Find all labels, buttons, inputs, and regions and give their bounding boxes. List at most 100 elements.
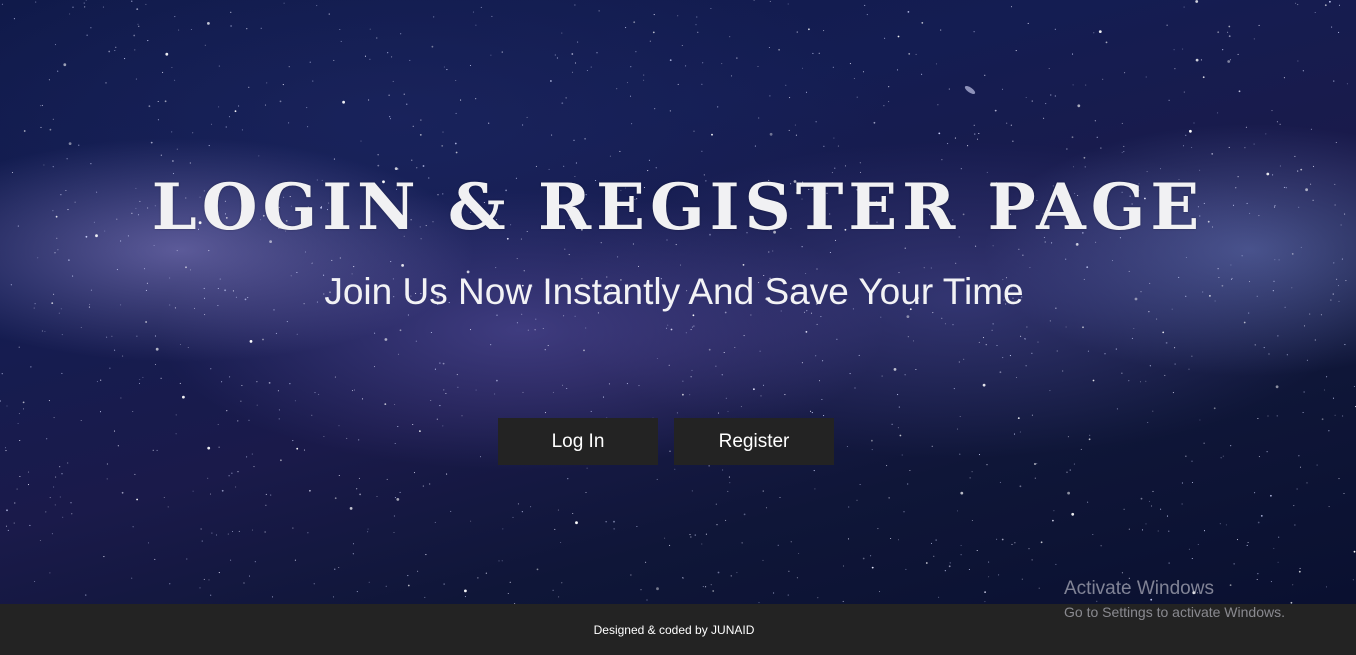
star <box>560 541 562 544</box>
register-button[interactable]: Register <box>674 418 834 465</box>
star <box>256 404 258 406</box>
star <box>985 344 987 346</box>
star <box>393 515 395 517</box>
star <box>754 145 756 147</box>
star <box>734 346 736 349</box>
star <box>334 497 337 500</box>
star <box>1166 515 1169 517</box>
star <box>1040 541 1043 544</box>
star <box>1298 570 1301 573</box>
star <box>208 579 210 581</box>
star <box>956 510 959 512</box>
star <box>1026 326 1028 328</box>
star <box>596 52 598 54</box>
star <box>186 558 188 560</box>
star <box>1173 49 1175 51</box>
star <box>643 79 645 81</box>
star <box>870 555 872 557</box>
star <box>944 323 947 325</box>
star <box>397 425 399 428</box>
star <box>475 389 477 391</box>
star <box>420 119 422 121</box>
star <box>805 331 808 333</box>
star <box>1034 463 1036 465</box>
star <box>1217 31 1220 34</box>
star <box>1220 457 1222 459</box>
star <box>1019 485 1022 488</box>
star <box>572 512 574 515</box>
star <box>1294 155 1296 157</box>
star <box>645 561 647 563</box>
star <box>1302 70 1304 72</box>
star <box>501 51 503 53</box>
star <box>762 559 764 561</box>
star <box>48 400 50 402</box>
star <box>491 15 493 17</box>
star <box>701 83 703 85</box>
star <box>283 2 285 4</box>
star <box>368 99 370 101</box>
star <box>702 62 704 64</box>
star <box>742 264 745 266</box>
star <box>716 524 718 526</box>
star <box>904 247 906 249</box>
star <box>265 493 267 495</box>
star <box>846 445 848 448</box>
star <box>740 406 742 408</box>
star <box>960 544 962 547</box>
star <box>753 0 755 1</box>
star <box>723 351 725 354</box>
star <box>1150 505 1153 507</box>
star <box>1089 434 1091 436</box>
star <box>369 58 371 60</box>
star <box>994 109 997 112</box>
star <box>643 74 645 76</box>
star <box>1006 122 1008 124</box>
star <box>568 254 570 256</box>
star <box>891 423 893 425</box>
star <box>590 66 592 68</box>
star <box>1265 133 1267 135</box>
star <box>403 93 405 95</box>
star <box>721 374 723 376</box>
star <box>833 137 835 139</box>
star <box>982 383 986 387</box>
star <box>677 83 679 85</box>
star <box>114 49 116 52</box>
star <box>1065 258 1067 260</box>
star <box>823 415 825 417</box>
star <box>552 589 554 591</box>
star <box>1164 374 1166 376</box>
star <box>948 565 951 568</box>
star <box>280 459 282 462</box>
star <box>1096 136 1098 138</box>
star <box>163 496 165 499</box>
star <box>516 322 518 324</box>
star <box>333 158 335 160</box>
star <box>925 562 928 564</box>
star <box>323 435 325 438</box>
star <box>306 107 308 109</box>
star <box>1084 166 1086 168</box>
star <box>1233 563 1235 565</box>
star <box>385 585 387 587</box>
star <box>712 590 715 592</box>
watermark-subtitle: Go to Settings to activate Windows. <box>1064 604 1285 620</box>
star <box>1077 104 1081 108</box>
star <box>1182 145 1185 147</box>
login-button[interactable]: Log In <box>498 418 658 465</box>
star <box>218 572 220 574</box>
star <box>68 259 70 261</box>
star <box>254 561 256 563</box>
star <box>631 123 633 125</box>
star <box>352 543 355 545</box>
star <box>626 383 628 385</box>
star <box>509 581 511 583</box>
star <box>976 138 979 140</box>
star <box>400 33 402 35</box>
star <box>53 417 55 419</box>
star <box>485 572 487 574</box>
star <box>1237 53 1239 55</box>
star <box>897 35 900 38</box>
star <box>586 69 588 72</box>
